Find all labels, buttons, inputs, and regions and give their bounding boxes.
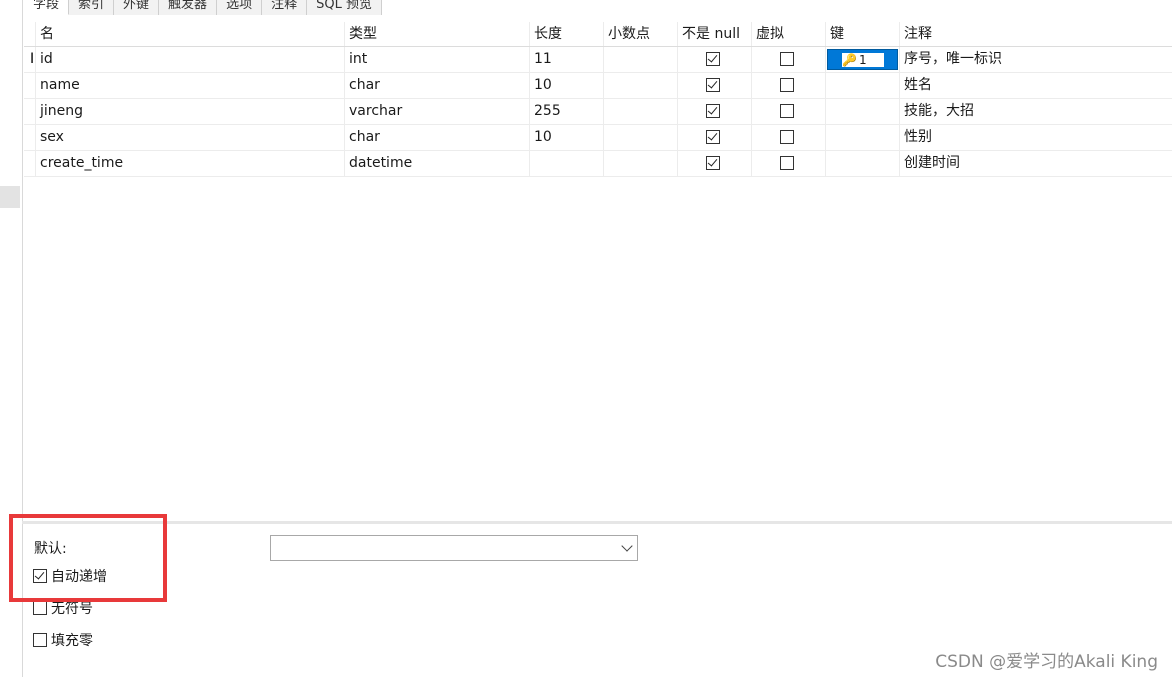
field-decimal-cell[interactable] [604, 47, 678, 72]
panel-splitter[interactable] [22, 521, 1172, 524]
field-length-cell[interactable]: 11 [530, 47, 604, 72]
not-null-cell [678, 73, 752, 98]
row-marker[interactable] [24, 99, 36, 124]
chevron-down-icon[interactable] [621, 540, 633, 552]
table-row[interactable]: jineng varchar 255 技能，大招 [24, 99, 1172, 125]
field-decimal-cell[interactable] [604, 151, 678, 176]
tab-sql-preview[interactable]: SQL 预览 [307, 0, 382, 15]
virtual-cell [752, 99, 826, 124]
column-header-decimal[interactable]: 小数点 [604, 22, 678, 46]
virtual-checkbox[interactable] [780, 130, 794, 144]
column-header-comment[interactable]: 注释 [900, 22, 1172, 46]
field-comment-cell[interactable]: 创建时间 [900, 151, 1172, 176]
zerofill-checkbox[interactable] [33, 633, 47, 647]
table-row[interactable]: I id int 11 🔑 1 序号，唯一标识 [24, 47, 1172, 73]
not-null-cell [678, 125, 752, 150]
not-null-checkbox[interactable] [706, 78, 720, 92]
key-cell[interactable] [826, 151, 900, 176]
default-value-select[interactable] [270, 535, 638, 561]
field-type-cell[interactable]: varchar [345, 99, 530, 124]
field-comment-cell[interactable]: 技能，大招 [900, 99, 1172, 124]
field-name-cell[interactable]: jineng [36, 99, 345, 124]
not-null-checkbox[interactable] [706, 52, 720, 66]
tab-strip: 字段 索引 外键 触发器 选项 注释 SQL 预览 [24, 0, 382, 15]
virtual-checkbox[interactable] [780, 52, 794, 66]
gutter-scroll-thumb[interactable] [0, 186, 20, 208]
zerofill-option[interactable]: 填充零 [33, 631, 93, 649]
field-length-cell[interactable] [530, 151, 604, 176]
virtual-checkbox[interactable] [780, 104, 794, 118]
column-header-length[interactable]: 长度 [530, 22, 604, 46]
row-marker[interactable] [24, 73, 36, 98]
key-selection[interactable]: 🔑 1 [827, 49, 898, 70]
key-cell[interactable] [826, 73, 900, 98]
fields-grid: 名 类型 长度 小数点 不是 null 虚拟 键 注释 I id int 11 … [24, 22, 1172, 177]
column-header-virtual[interactable]: 虚拟 [752, 22, 826, 46]
tab-fields[interactable]: 字段 [24, 0, 70, 15]
tab-indexes[interactable]: 索引 [69, 0, 115, 15]
field-length-cell[interactable]: 10 [530, 73, 604, 98]
field-comment-cell[interactable]: 性别 [900, 125, 1172, 150]
tab-comment[interactable]: 注释 [262, 0, 308, 15]
key-cell[interactable]: 🔑 1 [826, 47, 900, 72]
field-name-cell[interactable]: sex [36, 125, 345, 150]
zerofill-label: 填充零 [51, 633, 93, 649]
virtual-checkbox[interactable] [780, 78, 794, 92]
tab-options[interactable]: 选项 [217, 0, 263, 15]
table-row[interactable]: sex char 10 性别 [24, 125, 1172, 151]
virtual-cell [752, 73, 826, 98]
field-length-cell[interactable]: 10 [530, 125, 604, 150]
not-null-checkbox[interactable] [706, 156, 720, 170]
field-comment-cell[interactable]: 序号，唯一标识 [900, 47, 1172, 72]
annotation-highlight-box [9, 514, 167, 602]
tab-foreign-keys[interactable]: 外键 [114, 0, 160, 15]
key-cell[interactable] [826, 99, 900, 124]
field-type-cell[interactable]: datetime [345, 151, 530, 176]
field-name-cell[interactable]: create_time [36, 151, 345, 176]
field-decimal-cell[interactable] [604, 125, 678, 150]
column-header-key[interactable]: 键 [826, 22, 900, 46]
not-null-checkbox[interactable] [706, 130, 720, 144]
not-null-cell [678, 151, 752, 176]
field-type-cell[interactable]: int [345, 47, 530, 72]
virtual-cell [752, 125, 826, 150]
field-length-cell[interactable]: 255 [530, 99, 604, 124]
table-row[interactable]: name char 10 姓名 [24, 73, 1172, 99]
field-decimal-cell[interactable] [604, 73, 678, 98]
tab-triggers[interactable]: 触发器 [159, 0, 218, 15]
virtual-cell [752, 151, 826, 176]
not-null-checkbox[interactable] [706, 104, 720, 118]
row-marker[interactable] [24, 125, 36, 150]
virtual-checkbox[interactable] [780, 156, 794, 170]
watermark: CSDN @爱学习的Akali King [935, 652, 1158, 672]
not-null-cell [678, 99, 752, 124]
row-marker[interactable] [24, 151, 36, 176]
field-decimal-cell[interactable] [604, 99, 678, 124]
not-null-cell [678, 47, 752, 72]
column-header-name[interactable]: 名 [36, 22, 345, 46]
key-number: 1 [858, 53, 867, 67]
row-marker[interactable]: I [24, 47, 36, 72]
field-type-cell[interactable]: char [345, 73, 530, 98]
column-header-not-null[interactable]: 不是 null [678, 22, 752, 46]
field-type-cell[interactable]: char [345, 125, 530, 150]
row-marker-header [24, 22, 36, 46]
text-cursor-icon: I [30, 51, 35, 67]
key-value: 🔑 1 [842, 53, 884, 67]
key-icon: 🔑 [842, 53, 857, 67]
table-row[interactable]: create_time datetime 创建时间 [24, 151, 1172, 177]
field-comment-cell[interactable]: 姓名 [900, 73, 1172, 98]
virtual-cell [752, 47, 826, 72]
field-name-cell[interactable]: id [36, 47, 345, 72]
grid-header-row: 名 类型 长度 小数点 不是 null 虚拟 键 注释 [24, 22, 1172, 47]
key-cell[interactable] [826, 125, 900, 150]
field-name-cell[interactable]: name [36, 73, 345, 98]
column-header-type[interactable]: 类型 [345, 22, 530, 46]
unsigned-checkbox[interactable] [33, 601, 47, 615]
